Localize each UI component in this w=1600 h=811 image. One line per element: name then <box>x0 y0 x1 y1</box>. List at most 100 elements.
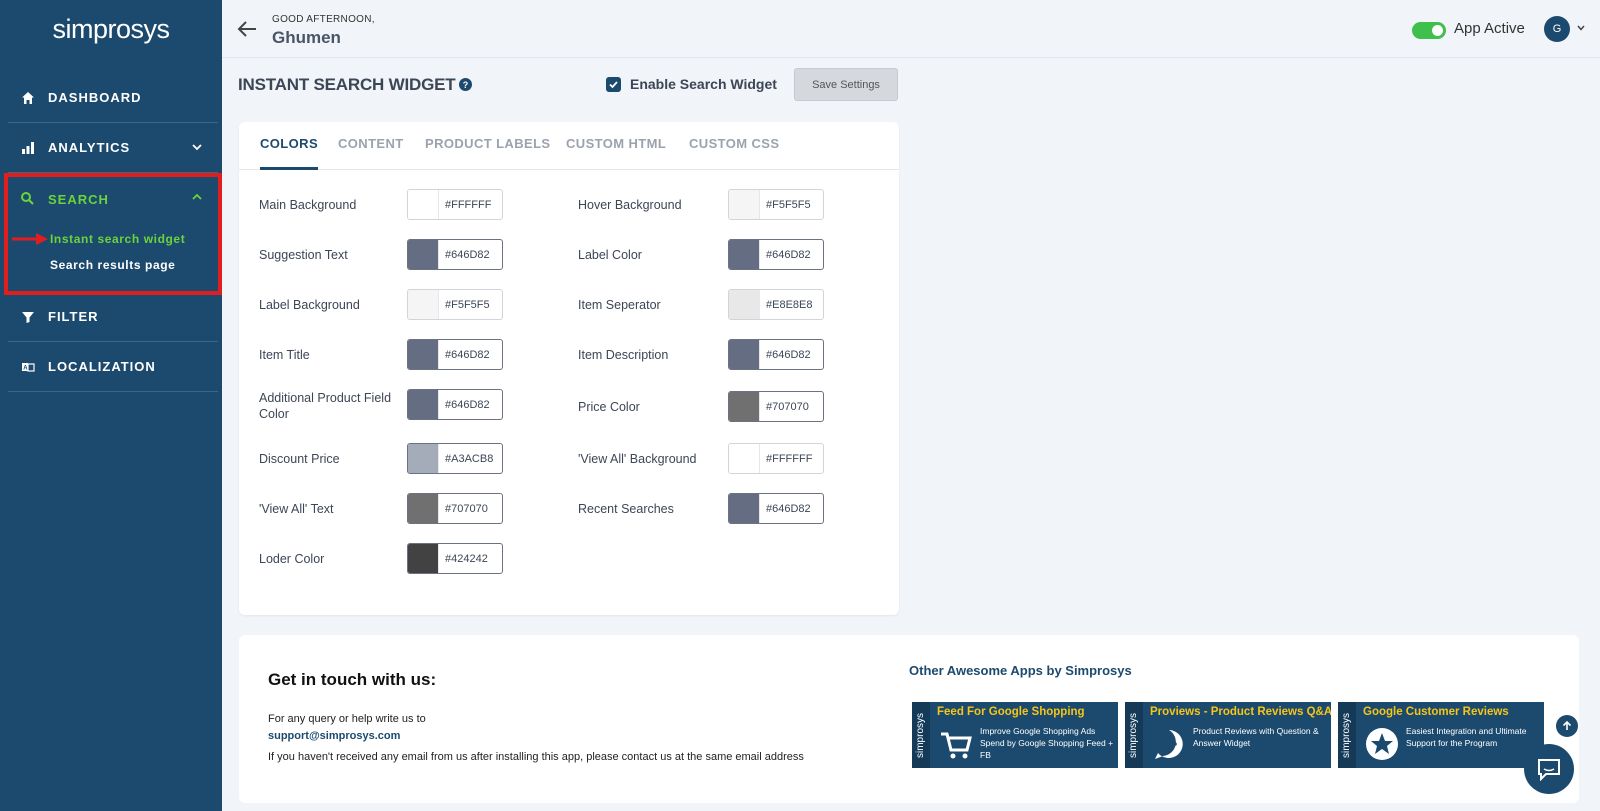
color-picker-hover-background[interactable]: #F5F5F5 <box>728 189 824 220</box>
home-icon <box>20 90 36 106</box>
sidebar-item-label: FILTER <box>48 309 99 324</box>
color-swatch[interactable] <box>729 190 759 219</box>
translate-icon: A <box>20 359 36 375</box>
color-picker-view-all-background[interactable]: #FFFFFF <box>728 443 824 474</box>
hex-input[interactable]: #F5F5F5 <box>759 190 823 219</box>
color-picker-main-background[interactable]: #FFFFFF <box>407 189 503 220</box>
chat-widget-button[interactable] <box>1524 744 1574 794</box>
color-picker-price-color[interactable]: #707070 <box>728 391 824 422</box>
color-swatch[interactable] <box>408 494 438 523</box>
filter-icon <box>20 309 36 325</box>
sidebar-sub-instant-search-widget[interactable]: Instant search widget <box>50 232 185 246</box>
color-picker-discount-price[interactable]: #A3ACB8 <box>407 443 503 474</box>
color-picker-label-background[interactable]: #F5F5F5 <box>407 289 503 320</box>
hex-input[interactable]: #E8E8E8 <box>759 290 823 319</box>
sidebar-sub-search-results-page[interactable]: Search results page <box>50 258 175 272</box>
color-swatch[interactable] <box>408 390 438 419</box>
color-swatch[interactable] <box>408 190 438 219</box>
hex-input[interactable]: #646D82 <box>438 240 502 269</box>
topbar: GOOD AFTERNOON, Ghumen App Active G <box>222 0 1600 58</box>
footer: Get in touch with us: For any query or h… <box>239 635 1579 803</box>
app-banner-proviews[interactable]: simprosys Proviews - Product Reviews Q&A… <box>1125 702 1331 768</box>
red-arrow-icon <box>12 233 48 245</box>
sidebar-item-analytics[interactable]: ANALYTICS <box>8 123 218 173</box>
color-label: Main Background <box>259 198 357 212</box>
other-apps-title: Other Awesome Apps by Simprosys <box>909 663 1132 678</box>
tab-custom-css[interactable]: CUSTOM CSS <box>689 136 779 170</box>
avatar[interactable]: G <box>1544 16 1570 42</box>
hex-input[interactable]: #707070 <box>759 392 823 421</box>
enable-search-widget-checkbox[interactable] <box>606 77 621 92</box>
color-picker-recent-searches[interactable]: #646D82 <box>728 493 824 524</box>
sidebar-item-label: DASHBOARD <box>48 90 142 105</box>
hex-input[interactable]: #424242 <box>438 544 502 573</box>
hex-input[interactable]: #FFFFFF <box>759 444 823 473</box>
hex-input[interactable]: #646D82 <box>759 240 823 269</box>
color-picker-view-all-text[interactable]: #707070 <box>407 493 503 524</box>
tab-custom-html[interactable]: CUSTOM HTML <box>566 136 666 170</box>
tab-product-labels[interactable]: PRODUCT LABELS <box>425 136 551 170</box>
contact-note: If you haven't received any email from u… <box>268 751 804 763</box>
color-swatch[interactable] <box>729 392 759 421</box>
hex-input[interactable]: #A3ACB8 <box>438 444 502 473</box>
color-swatch[interactable] <box>729 340 759 369</box>
hex-input[interactable]: #646D82 <box>759 340 823 369</box>
color-picker-item-description[interactable]: #646D82 <box>728 339 824 370</box>
color-swatch[interactable] <box>408 290 438 319</box>
app-banner-google-customer-reviews[interactable]: simprosys Google Customer Reviews Easies… <box>1338 702 1544 768</box>
color-swatch[interactable] <box>408 340 438 369</box>
color-swatch[interactable] <box>408 240 438 269</box>
tab-colors[interactable]: COLORS <box>260 136 319 170</box>
hex-input[interactable]: #646D82 <box>438 340 502 369</box>
color-label: Price Color <box>578 400 640 414</box>
app-name: Feed For Google Shopping <box>937 706 1085 718</box>
chat-bubble-icon <box>1155 730 1183 759</box>
color-label: Item Title <box>259 348 310 362</box>
logo[interactable]: simprosys <box>0 0 222 58</box>
sidebar-item-filter[interactable]: FILTER <box>8 292 218 342</box>
color-swatch[interactable] <box>729 240 759 269</box>
color-picker-item-title[interactable]: #646D82 <box>407 339 503 370</box>
settings-card: COLORS CONTENT PRODUCT LABELS CUSTOM HTM… <box>239 122 899 615</box>
cart-icon <box>941 732 972 759</box>
arrow-up-icon <box>1562 720 1572 730</box>
color-swatch[interactable] <box>729 290 759 319</box>
help-icon[interactable]: ? <box>459 78 472 91</box>
hex-input[interactable]: #707070 <box>438 494 502 523</box>
sidebar-item-localization[interactable]: A LOCALIZATION <box>8 342 218 392</box>
color-picker-additional-product-field[interactable]: #646D82 <box>407 389 503 420</box>
color-picker-label-color[interactable]: #646D82 <box>728 239 824 270</box>
color-picker-loder-color[interactable]: #424242 <box>407 543 503 574</box>
sidebar-item-label: ANALYTICS <box>48 140 131 155</box>
color-picker-item-seperator[interactable]: #E8E8E8 <box>728 289 824 320</box>
app-active-toggle[interactable] <box>1412 22 1446 39</box>
color-label: Additional Product Field Color <box>259 391 392 421</box>
color-swatch[interactable] <box>729 444 759 473</box>
sidebar: simprosys DASHBOARD ANALYTICS SEARCH Ins… <box>0 0 222 811</box>
color-swatch[interactable] <box>408 444 438 473</box>
back-arrow-icon[interactable] <box>236 19 258 39</box>
app-banner-feed-for-google-shopping[interactable]: simprosys Feed For Google Shopping Impro… <box>912 702 1118 768</box>
hex-input[interactable]: #FFFFFF <box>438 190 502 219</box>
username: Ghumen <box>272 28 341 47</box>
color-swatch[interactable] <box>729 494 759 523</box>
tab-bar: COLORS CONTENT PRODUCT LABELS CUSTOM HTM… <box>239 122 899 170</box>
hex-input[interactable]: #F5F5F5 <box>438 290 502 319</box>
scroll-to-top-button[interactable] <box>1556 715 1578 737</box>
chevron-down-icon[interactable] <box>1576 23 1586 33</box>
hex-input[interactable]: #646D82 <box>759 494 823 523</box>
enable-search-widget-label[interactable]: Enable Search Widget <box>630 76 777 92</box>
sidebar-item-search[interactable]: SEARCH <box>8 176 218 222</box>
color-picker-suggestion-text[interactable]: #646D82 <box>407 239 503 270</box>
save-settings-button[interactable]: Save Settings <box>794 68 898 101</box>
sidebar-item-label: SEARCH <box>48 191 109 207</box>
tab-content[interactable]: CONTENT <box>338 136 404 170</box>
star-badge-icon <box>1366 728 1398 760</box>
sidebar-item-dashboard[interactable]: DASHBOARD <box>8 73 218 123</box>
chevron-down-icon <box>192 144 202 151</box>
hex-input[interactable]: #646D82 <box>438 390 502 419</box>
support-email-link[interactable]: support@simprosys.com <box>268 730 400 742</box>
color-label: Suggestion Text <box>259 248 348 262</box>
chevron-up-icon <box>192 193 202 200</box>
color-swatch[interactable] <box>408 544 438 573</box>
